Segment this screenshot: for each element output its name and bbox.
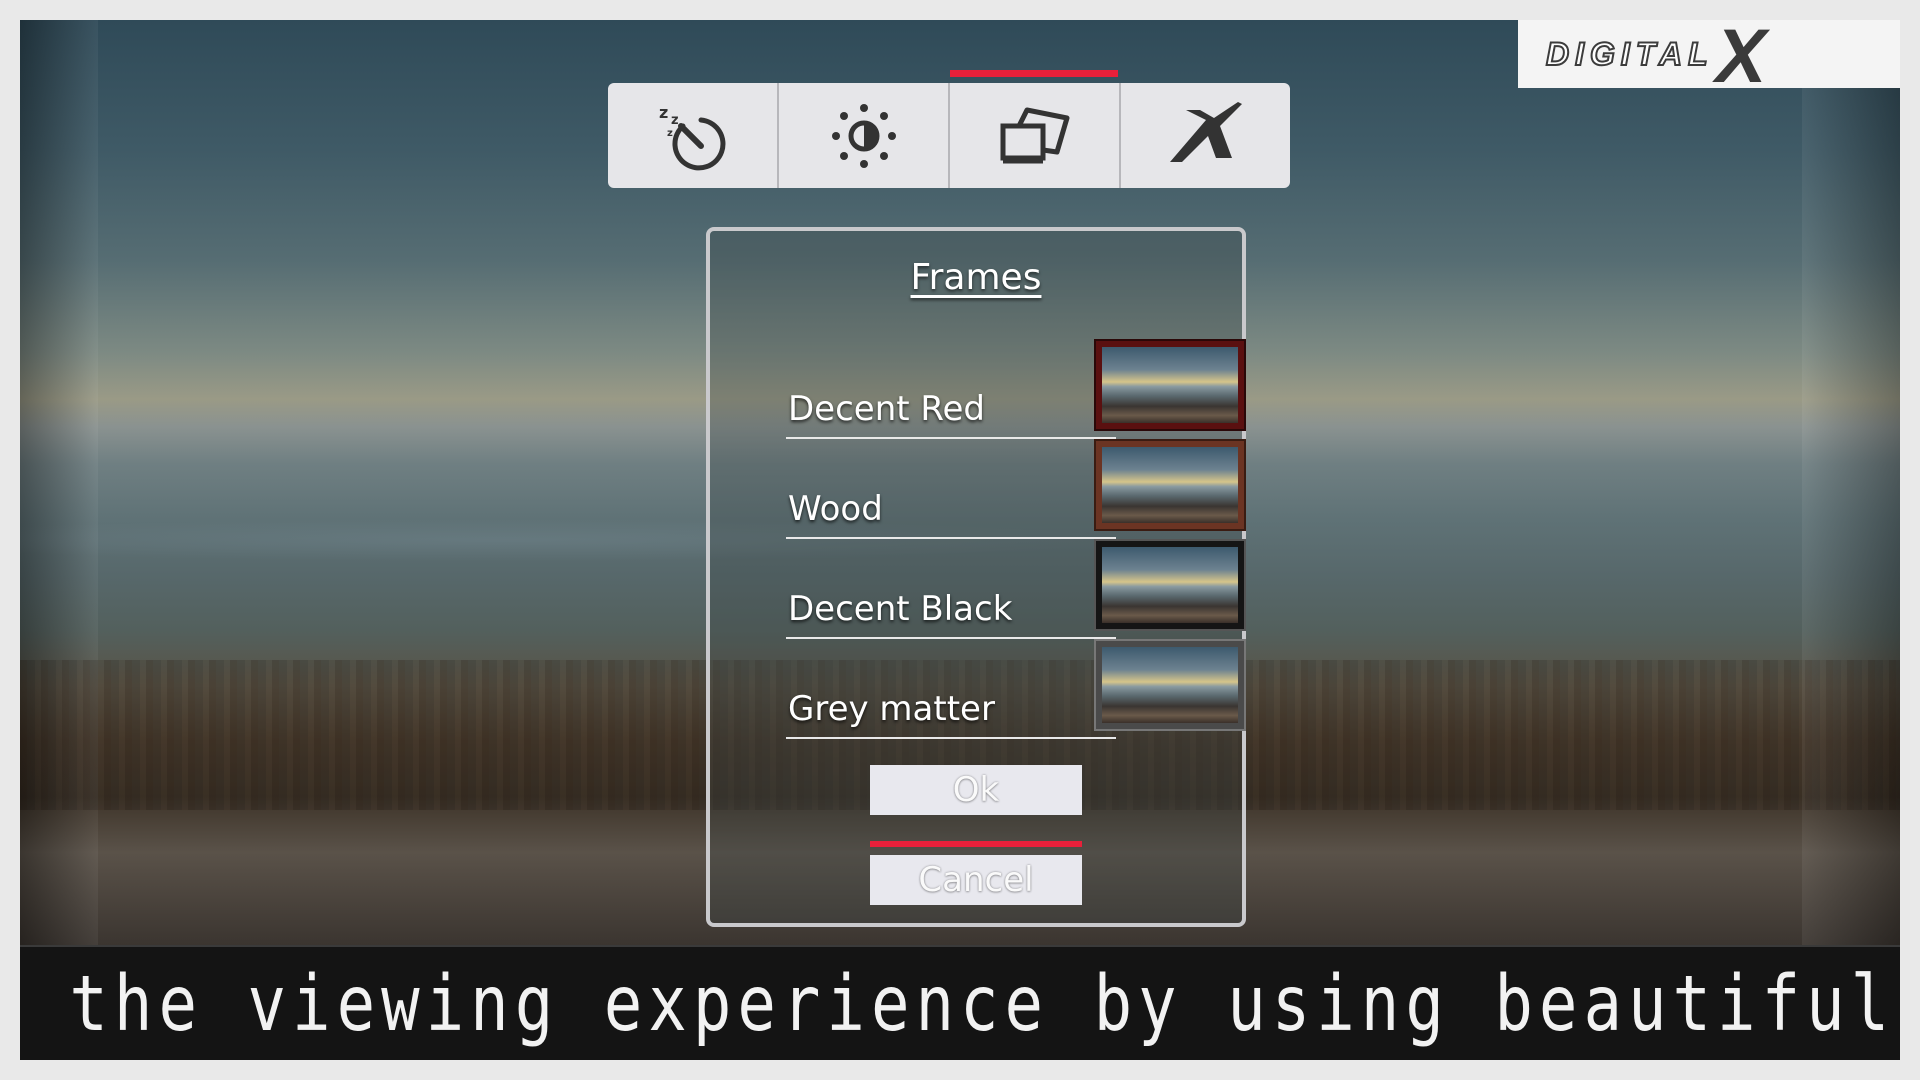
digitalx-logo: DIGITAL X bbox=[1518, 19, 1900, 95]
ok-button[interactable]: Ok bbox=[870, 765, 1082, 815]
frame-option-grey-matter[interactable]: Grey matter bbox=[786, 641, 1244, 739]
frames-dialog: Frames Decent Red Wood Decent Black Grey… bbox=[706, 227, 1246, 927]
brightness-button[interactable] bbox=[779, 83, 950, 188]
frames-button[interactable] bbox=[950, 83, 1121, 188]
frame-option-label: Decent Black bbox=[788, 589, 1013, 629]
sleep-timer-icon: z z z bbox=[659, 103, 725, 170]
sleep-timer-button[interactable]: z z z bbox=[608, 83, 779, 188]
svg-text:z: z bbox=[667, 128, 673, 139]
frame-preview-thumbnail bbox=[1096, 541, 1244, 629]
top-toolbar: z z z bbox=[608, 83, 1290, 188]
caption-bar: Enhance the viewing experience by using … bbox=[20, 945, 1900, 1060]
svg-text:z: z bbox=[671, 113, 679, 128]
frame-option-label: Wood bbox=[788, 489, 883, 529]
frame-preview-thumbnail bbox=[1096, 641, 1244, 729]
frame-option-wood[interactable]: Wood bbox=[786, 441, 1244, 539]
svg-text:z: z bbox=[659, 103, 668, 122]
x-logo-icon bbox=[1169, 101, 1242, 162]
logo-x-mark: X bbox=[1715, 14, 1767, 99]
active-tab-indicator bbox=[950, 70, 1118, 77]
right-edge-shade bbox=[1802, 20, 1900, 945]
frame-option-label: Grey matter bbox=[788, 689, 995, 729]
dialog-title: Frames bbox=[910, 257, 1042, 298]
cancel-button[interactable]: Cancel bbox=[870, 855, 1082, 905]
exit-button[interactable] bbox=[1121, 83, 1290, 188]
focus-indicator bbox=[870, 841, 1082, 847]
logo-text: DIGITAL bbox=[1545, 35, 1714, 73]
frame-preview-thumbnail bbox=[1096, 441, 1244, 529]
frame-option-decent-red[interactable]: Decent Red bbox=[786, 341, 1244, 439]
frames-icon bbox=[1000, 107, 1069, 163]
frame-preview-thumbnail bbox=[1096, 341, 1244, 429]
left-edge-shade bbox=[20, 20, 98, 945]
brightness-icon bbox=[831, 103, 896, 168]
frame-option-label: Decent Red bbox=[788, 389, 985, 429]
frame-option-decent-black[interactable]: Decent Black bbox=[786, 541, 1244, 639]
promo-caption: Enhance the viewing experience by using … bbox=[20, 960, 1900, 1049]
